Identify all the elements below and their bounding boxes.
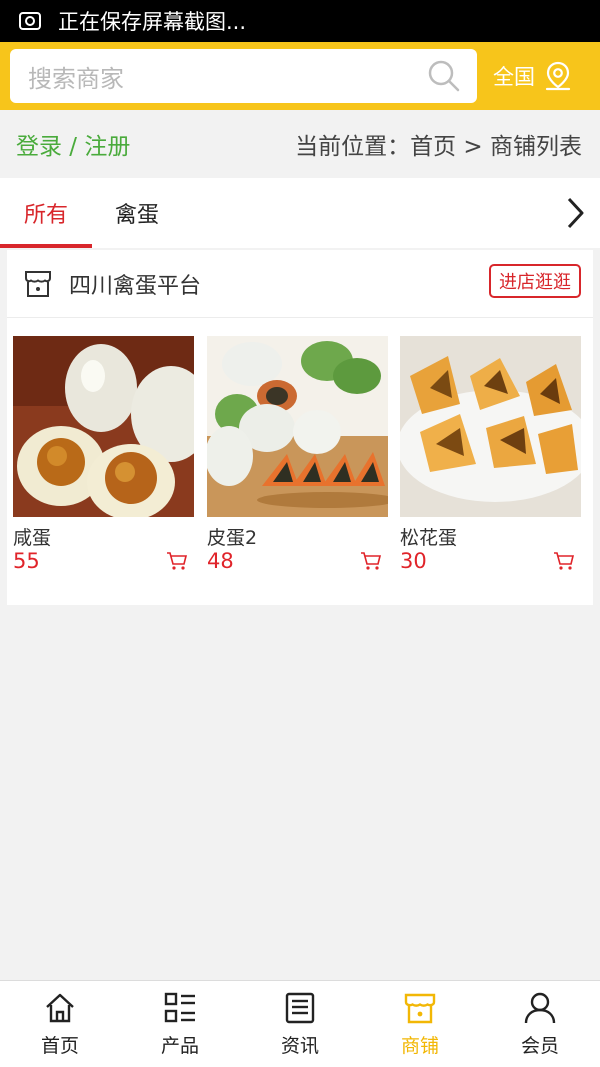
chevron-right-icon[interactable] xyxy=(564,196,586,230)
cart-icon[interactable] xyxy=(166,551,188,571)
location-bar: 登录 / 注册 当前位置：首页 > 商铺列表 xyxy=(0,110,600,178)
nav-label: 资讯 xyxy=(280,1035,319,1057)
nav-label: 产品 xyxy=(160,1035,199,1057)
cart-icon[interactable] xyxy=(553,551,575,571)
nav-shops[interactable]: 商铺 xyxy=(360,981,480,1067)
search-icon[interactable] xyxy=(427,59,461,93)
grid-list-icon xyxy=(164,992,195,1023)
visit-shop-label: 进店逛逛 xyxy=(499,272,571,293)
top-bar: 搜索商家 全国 xyxy=(0,42,600,110)
product-name: 咸蛋 xyxy=(13,527,52,549)
nav-label: 首页 xyxy=(40,1035,79,1057)
search-box[interactable]: 搜索商家 xyxy=(10,49,477,103)
nav-products[interactable]: 产品 xyxy=(120,981,240,1067)
region-selector[interactable]: 全国 xyxy=(493,56,573,96)
screenshot-icon xyxy=(19,12,41,30)
nav-label: 会员 xyxy=(520,1035,559,1057)
nav-member[interactable]: 会员 xyxy=(480,981,600,1067)
visit-shop-button[interactable]: 进店逛逛 xyxy=(489,264,581,298)
status-bar: 正在保存屏幕截图... xyxy=(0,0,600,42)
cart-icon[interactable] xyxy=(360,551,382,571)
nav-label: 商铺 xyxy=(400,1035,439,1057)
home-icon xyxy=(46,993,74,1023)
nav-home[interactable]: 首页 xyxy=(0,981,120,1067)
status-text: 正在保存屏幕截图... xyxy=(58,10,247,34)
shop-icon xyxy=(404,993,436,1024)
location-pin-icon xyxy=(545,61,571,91)
store-icon xyxy=(25,270,51,297)
product-card[interactable]: 咸蛋 55 xyxy=(13,336,194,573)
tab-label: 所有 xyxy=(23,203,68,228)
news-icon xyxy=(285,992,315,1024)
user-icon xyxy=(524,992,556,1024)
bottom-nav: 首页 产品 资讯 商铺 会员 xyxy=(0,980,600,1067)
category-tabs: 所有 禽蛋 xyxy=(0,178,600,248)
login-register-link[interactable]: 登录 / 注册 xyxy=(16,127,130,161)
region-label: 全国 xyxy=(493,65,535,89)
product-image-century-egg[interactable] xyxy=(207,336,388,517)
product-price: 30 xyxy=(400,549,427,573)
tab-all[interactable]: 所有 xyxy=(0,178,92,248)
product-price: 55 xyxy=(13,549,40,573)
search-input[interactable]: 搜索商家 xyxy=(28,59,427,94)
product-name: 松花蛋 xyxy=(400,527,458,549)
product-price: 48 xyxy=(207,549,234,573)
breadcrumb: 当前位置：首页 > 商铺列表 xyxy=(295,134,582,160)
product-image-preserved-egg[interactable] xyxy=(400,336,581,517)
product-name: 皮蛋2 xyxy=(207,527,258,549)
nav-news[interactable]: 资讯 xyxy=(240,981,360,1067)
product-card[interactable]: 松花蛋 30 xyxy=(400,336,581,573)
product-image-salted-egg[interactable] xyxy=(13,336,194,517)
shop-card: 四川禽蛋平台 进店逛逛 咸蛋 55 皮蛋2 48 松花蛋 30 xyxy=(7,250,593,605)
shop-header[interactable]: 四川禽蛋平台 进店逛逛 xyxy=(7,250,593,318)
tab-label: 禽蛋 xyxy=(114,203,159,228)
shop-name: 四川禽蛋平台 xyxy=(69,273,202,299)
tab-poultry-eggs[interactable]: 禽蛋 xyxy=(92,178,182,248)
product-card[interactable]: 皮蛋2 48 xyxy=(207,336,388,573)
